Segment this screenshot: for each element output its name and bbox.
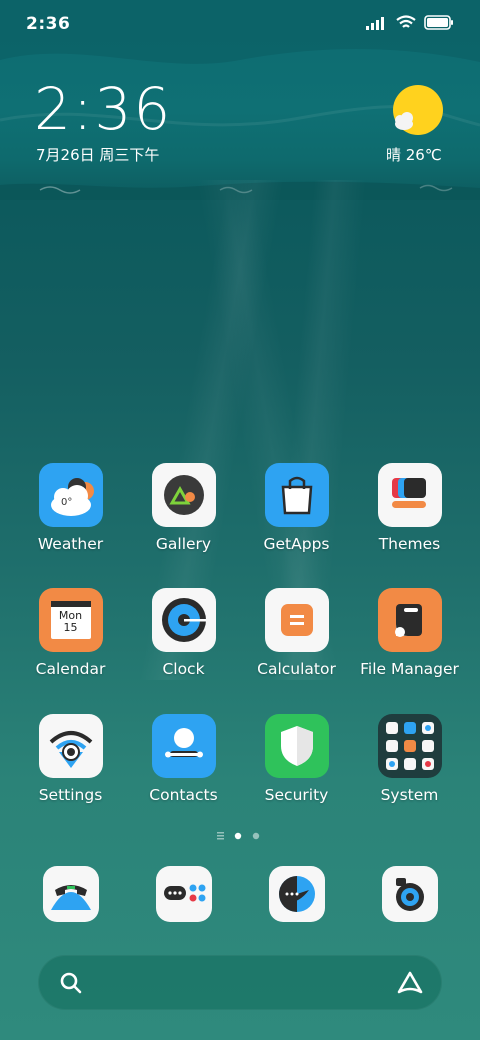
app-label: Weather <box>37 535 104 553</box>
getapps-icon <box>264 463 329 527</box>
app-system-folder[interactable]: System <box>353 714 466 804</box>
app-getapps[interactable]: GetApps <box>240 463 353 553</box>
assistant-icon[interactable] <box>396 970 424 996</box>
app-settings[interactable]: Settings <box>14 714 127 804</box>
weather-icon-temp: 0° <box>61 497 72 508</box>
phone-icon <box>42 866 99 922</box>
messaging-icon <box>155 866 212 922</box>
file-manager-icon <box>377 588 442 652</box>
app-calendar[interactable]: Mon 15 Calendar <box>14 588 127 678</box>
browser-icon <box>268 866 325 922</box>
settings-icon <box>38 714 103 778</box>
app-label: Security <box>264 786 329 804</box>
app-label: GetApps <box>263 535 330 553</box>
dock-phone[interactable] <box>14 866 127 922</box>
app-file-manager[interactable]: File Manager <box>353 588 466 678</box>
app-label: File Manager <box>360 660 459 678</box>
app-label: Calendar <box>35 660 106 678</box>
themes-icon <box>377 463 442 527</box>
app-label: Gallery <box>155 535 212 553</box>
app-label: Clock <box>162 660 205 678</box>
app-security[interactable]: Security <box>240 714 353 804</box>
weather-icon: 0° <box>38 463 103 527</box>
search-icon[interactable] <box>60 972 82 994</box>
clock-icon <box>151 588 216 652</box>
app-label: Settings <box>38 786 103 804</box>
clock-widget-date: 7月26日 周三下午 <box>36 146 160 164</box>
sunny-icon[interactable] <box>390 84 446 144</box>
calendar-icon: Mon 15 <box>38 588 103 652</box>
status-icons <box>366 15 454 30</box>
app-calculator[interactable]: Calculator <box>240 588 353 678</box>
clock-widget-time[interactable]: 2:36 <box>34 76 172 142</box>
gallery-icon <box>151 463 216 527</box>
app-gallery[interactable]: Gallery <box>127 463 240 553</box>
calculator-icon <box>264 588 329 652</box>
status-time: 2:36 <box>26 14 71 34</box>
app-themes[interactable]: Themes <box>353 463 466 553</box>
system-folder-icon <box>377 714 442 778</box>
app-weather[interactable]: 0° Weather <box>14 463 127 553</box>
search-bar[interactable] <box>38 955 442 1010</box>
app-label: Calculator <box>257 660 336 678</box>
battery-icon <box>424 15 453 30</box>
app-clock[interactable]: Clock <box>127 588 240 678</box>
signal-icon <box>366 16 384 30</box>
dock-browser[interactable] <box>240 866 353 922</box>
app-label: Themes <box>378 535 441 553</box>
calendar-day-number: 15 <box>63 621 78 634</box>
app-contacts[interactable]: Contacts <box>127 714 240 804</box>
security-icon <box>264 714 329 778</box>
contacts-icon <box>151 714 216 778</box>
camera-icon <box>381 866 438 922</box>
dock-messaging[interactable] <box>127 866 240 922</box>
app-label: System <box>380 786 439 804</box>
wifi-icon <box>396 15 416 28</box>
app-label: Contacts <box>149 786 218 804</box>
page-indicator[interactable] <box>0 828 480 847</box>
dock-camera[interactable] <box>353 866 466 922</box>
weather-condition: 晴 26℃ <box>386 146 442 164</box>
